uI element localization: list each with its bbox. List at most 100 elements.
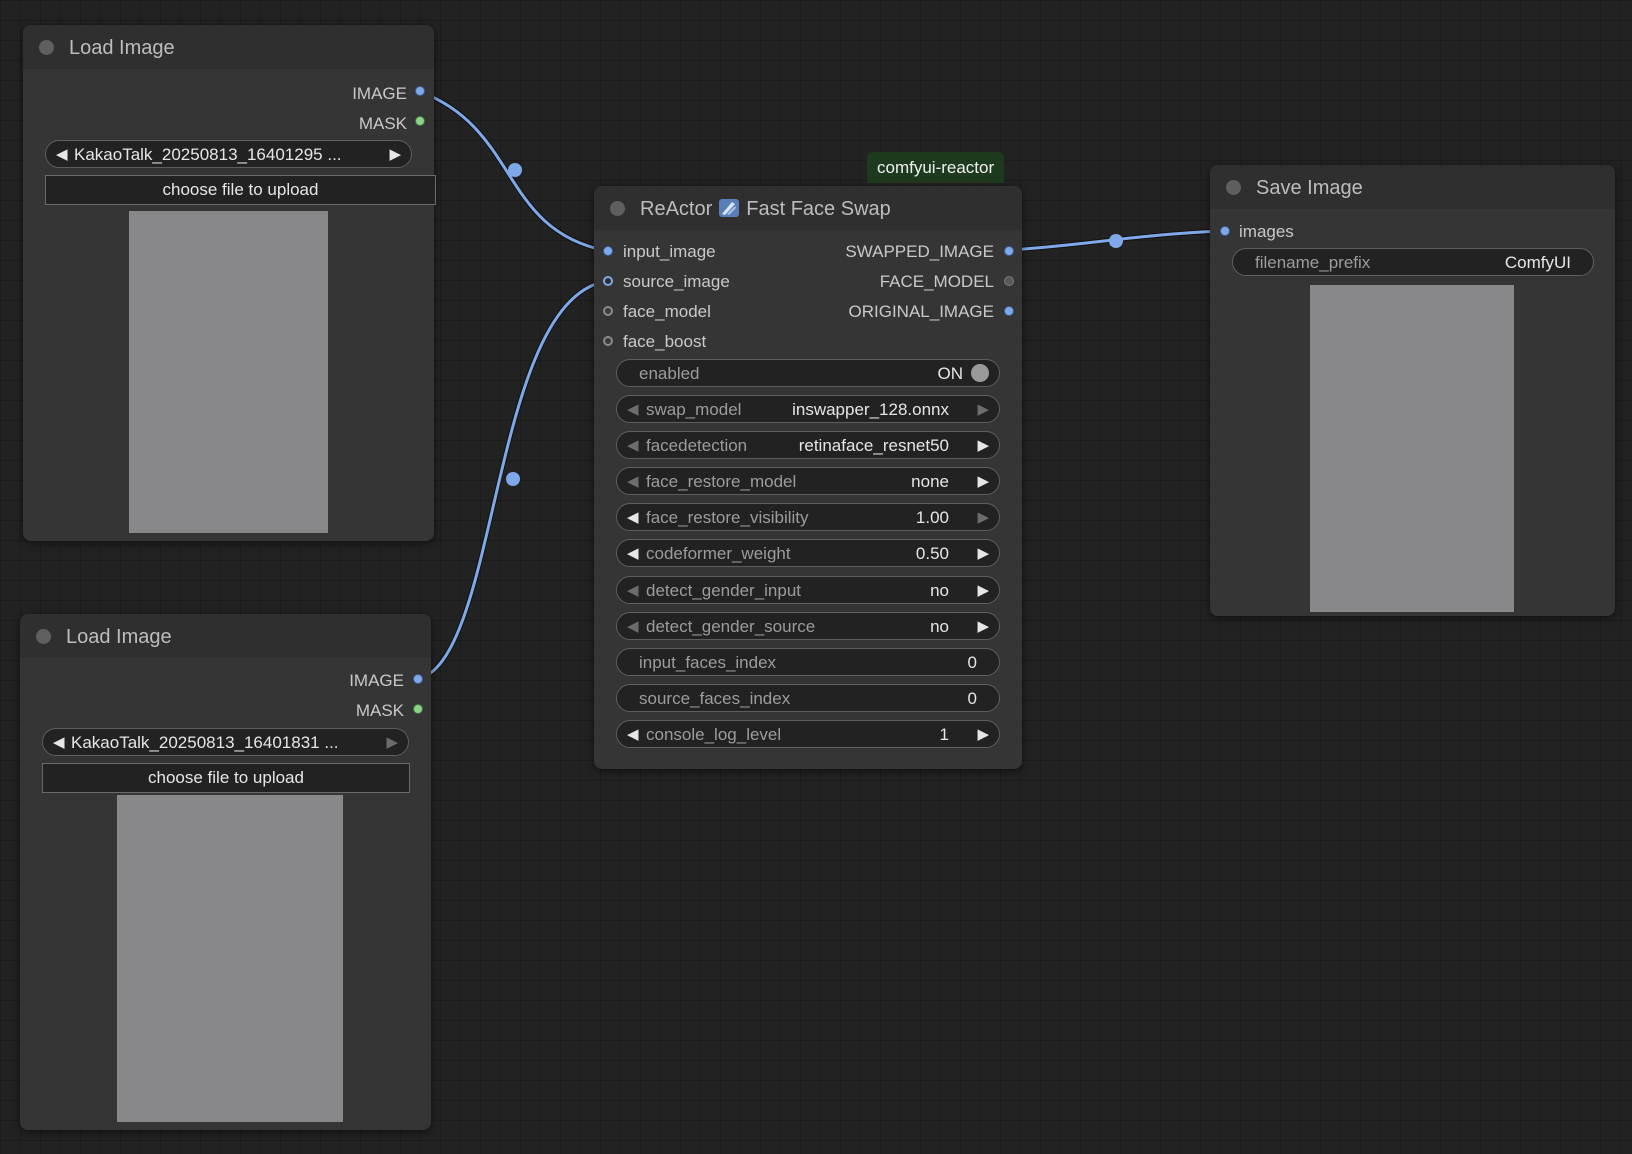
input-slot-images[interactable] bbox=[1220, 226, 1230, 236]
widget-label: swap_model bbox=[646, 400, 742, 419]
arrow-left-icon[interactable]: ◀ bbox=[627, 544, 639, 562]
arrow-left-icon[interactable]: ◀ bbox=[627, 617, 639, 635]
arrow-right-icon[interactable]: ▶ bbox=[389, 145, 401, 163]
output-slot-swapped-image[interactable] bbox=[1004, 246, 1014, 256]
output-slot-image[interactable] bbox=[413, 674, 423, 684]
output-slot-original-image[interactable] bbox=[1004, 306, 1014, 316]
input-slot-source-image[interactable] bbox=[603, 276, 613, 286]
widget-value: 0.50 bbox=[915, 544, 949, 563]
widget-detect-gender-source[interactable]: ◀ detect_gender_source no ▶ bbox=[616, 612, 1000, 640]
node-title-right: Fast Face Swap bbox=[746, 198, 891, 220]
node-header[interactable]: ReActor Fast Face Swap bbox=[594, 186, 1022, 230]
arrow-left-icon[interactable]: ◀ bbox=[627, 436, 639, 454]
image-preview bbox=[129, 211, 328, 533]
arrow-left-icon[interactable]: ◀ bbox=[627, 581, 639, 599]
widget-label: detect_gender_input bbox=[646, 581, 802, 600]
load-image-node-2[interactable]: Load Image IMAGE MASK ◀ KakaoTalk_202508… bbox=[20, 614, 431, 1130]
input-label-input-image: input_image bbox=[623, 242, 716, 261]
widget-value: no bbox=[930, 581, 949, 600]
widget-codeformer-weight[interactable]: ◀ codeformer_weight 0.50 ▶ bbox=[616, 539, 1000, 567]
collapse-dot-icon[interactable] bbox=[36, 629, 51, 644]
output-label-image: IMAGE bbox=[352, 84, 407, 103]
collapse-dot-icon[interactable] bbox=[39, 40, 54, 55]
arrow-left-icon[interactable]: ◀ bbox=[56, 145, 68, 163]
input-label-source-image: source_image bbox=[623, 272, 730, 291]
arrow-right-icon[interactable]: ▶ bbox=[977, 472, 989, 490]
arrow-right-icon[interactable]: ▶ bbox=[977, 400, 989, 418]
widget-input-faces-index[interactable]: input_faces_index 0 bbox=[616, 648, 1000, 676]
wire-midpoint[interactable] bbox=[506, 472, 520, 486]
collapse-dot-icon[interactable] bbox=[610, 201, 625, 216]
widget-label: enabled bbox=[639, 364, 700, 383]
save-image-node[interactable]: Save Image images filename_prefix ComfyU… bbox=[1210, 165, 1615, 616]
output-label-mask: MASK bbox=[355, 701, 404, 720]
toggle-knob-icon[interactable] bbox=[971, 364, 989, 382]
brush-icon bbox=[719, 199, 740, 217]
arrow-right-icon[interactable]: ▶ bbox=[977, 436, 989, 454]
node-title-left: ReActor bbox=[640, 198, 713, 220]
node-source-badge: comfyui-reactor bbox=[867, 152, 1005, 183]
widget-value: 0 bbox=[967, 653, 977, 672]
widget-label: filename_prefix bbox=[1255, 253, 1371, 272]
upload-button[interactable]: choose file to upload bbox=[42, 763, 410, 793]
input-label-face-boost: face_boost bbox=[623, 332, 707, 351]
widget-label: source_faces_index bbox=[639, 689, 791, 708]
node-header[interactable]: Load Image bbox=[20, 614, 431, 658]
arrow-left-icon[interactable]: ◀ bbox=[53, 733, 65, 751]
input-slot-input-image[interactable] bbox=[603, 246, 613, 256]
arrow-left-icon[interactable]: ◀ bbox=[627, 725, 639, 743]
image-select-value: KakaoTalk_20250813_16401295 ... bbox=[74, 145, 342, 164]
upload-button[interactable]: choose file to upload bbox=[45, 175, 436, 205]
output-slot-mask[interactable] bbox=[415, 116, 425, 126]
input-slot-face-model[interactable] bbox=[603, 306, 613, 316]
widget-value: ComfyUI bbox=[1504, 253, 1571, 272]
widget-value: 1.00 bbox=[915, 508, 949, 527]
arrow-right-icon[interactable]: ▶ bbox=[977, 544, 989, 562]
wire-midpoint[interactable] bbox=[508, 163, 522, 177]
arrow-left-icon[interactable]: ◀ bbox=[627, 508, 639, 526]
arrow-left-icon[interactable]: ◀ bbox=[627, 472, 639, 490]
widget-value: no bbox=[930, 617, 949, 636]
output-slot-image[interactable] bbox=[415, 86, 425, 96]
wire-midpoint[interactable] bbox=[1109, 234, 1123, 248]
collapse-dot-icon[interactable] bbox=[1226, 180, 1241, 195]
node-header[interactable]: Save Image bbox=[1210, 165, 1615, 209]
widget-face-restore-model[interactable]: ◀ face_restore_model none ▶ bbox=[616, 467, 1000, 495]
image-select-combo[interactable]: ◀ KakaoTalk_20250813_16401295 ... ▶ bbox=[45, 140, 412, 168]
widget-label: face_restore_model bbox=[646, 472, 797, 491]
node-title: ReActor Fast Face Swap bbox=[640, 198, 891, 221]
widget-label: facedetection bbox=[646, 436, 748, 455]
widget-value: 1 bbox=[939, 725, 949, 744]
widget-facedetection[interactable]: ◀ facedetection retinaface_resnet50 ▶ bbox=[616, 431, 1000, 459]
widget-value: inswapper_128.onnx bbox=[792, 400, 949, 419]
output-slot-mask[interactable] bbox=[413, 704, 423, 714]
output-slot-face-model[interactable] bbox=[1004, 276, 1014, 286]
image-select-value: KakaoTalk_20250813_16401831 ... bbox=[71, 733, 339, 752]
node-header[interactable]: Load Image bbox=[23, 25, 434, 69]
widget-detect-gender-input[interactable]: ◀ detect_gender_input no ▶ bbox=[616, 576, 1000, 604]
widget-value: 0 bbox=[967, 689, 977, 708]
input-slot-face-boost[interactable] bbox=[603, 336, 613, 346]
widget-label: console_log_level bbox=[646, 725, 782, 744]
arrow-right-icon[interactable]: ▶ bbox=[977, 617, 989, 635]
load-image-node-1[interactable]: Load Image IMAGE MASK ◀ KakaoTalk_202508… bbox=[23, 25, 436, 541]
widget-face-restore-visibility[interactable]: ◀ face_restore_visibility 1.00 ▶ bbox=[616, 503, 1000, 531]
arrow-right-icon[interactable]: ▶ bbox=[386, 733, 398, 751]
widget-enabled-toggle[interactable]: enabled ON bbox=[616, 359, 1000, 387]
widget-console-log-level[interactable]: ◀ console_log_level 1 ▶ bbox=[616, 720, 1000, 748]
input-label-images: images bbox=[1239, 222, 1294, 241]
widget-filename-prefix[interactable]: filename_prefix ComfyUI bbox=[1232, 248, 1594, 276]
arrow-right-icon[interactable]: ▶ bbox=[977, 581, 989, 599]
node-title: Save Image bbox=[1256, 177, 1363, 199]
widget-label: face_restore_visibility bbox=[646, 508, 809, 527]
image-select-combo[interactable]: ◀ KakaoTalk_20250813_16401831 ... ▶ bbox=[42, 728, 409, 756]
image-preview bbox=[117, 795, 343, 1122]
node-title: Load Image bbox=[66, 626, 172, 648]
arrow-right-icon[interactable]: ▶ bbox=[977, 508, 989, 526]
arrow-right-icon[interactable]: ▶ bbox=[977, 725, 989, 743]
arrow-left-icon[interactable]: ◀ bbox=[627, 400, 639, 418]
widget-swap-model[interactable]: ◀ swap_model inswapper_128.onnx ▶ bbox=[616, 395, 1000, 423]
node-title: Load Image bbox=[69, 37, 175, 59]
widget-source-faces-index[interactable]: source_faces_index 0 bbox=[616, 684, 1000, 712]
reactor-fast-face-swap-node[interactable]: ReActor Fast Face Swap input_image source… bbox=[594, 186, 1022, 769]
